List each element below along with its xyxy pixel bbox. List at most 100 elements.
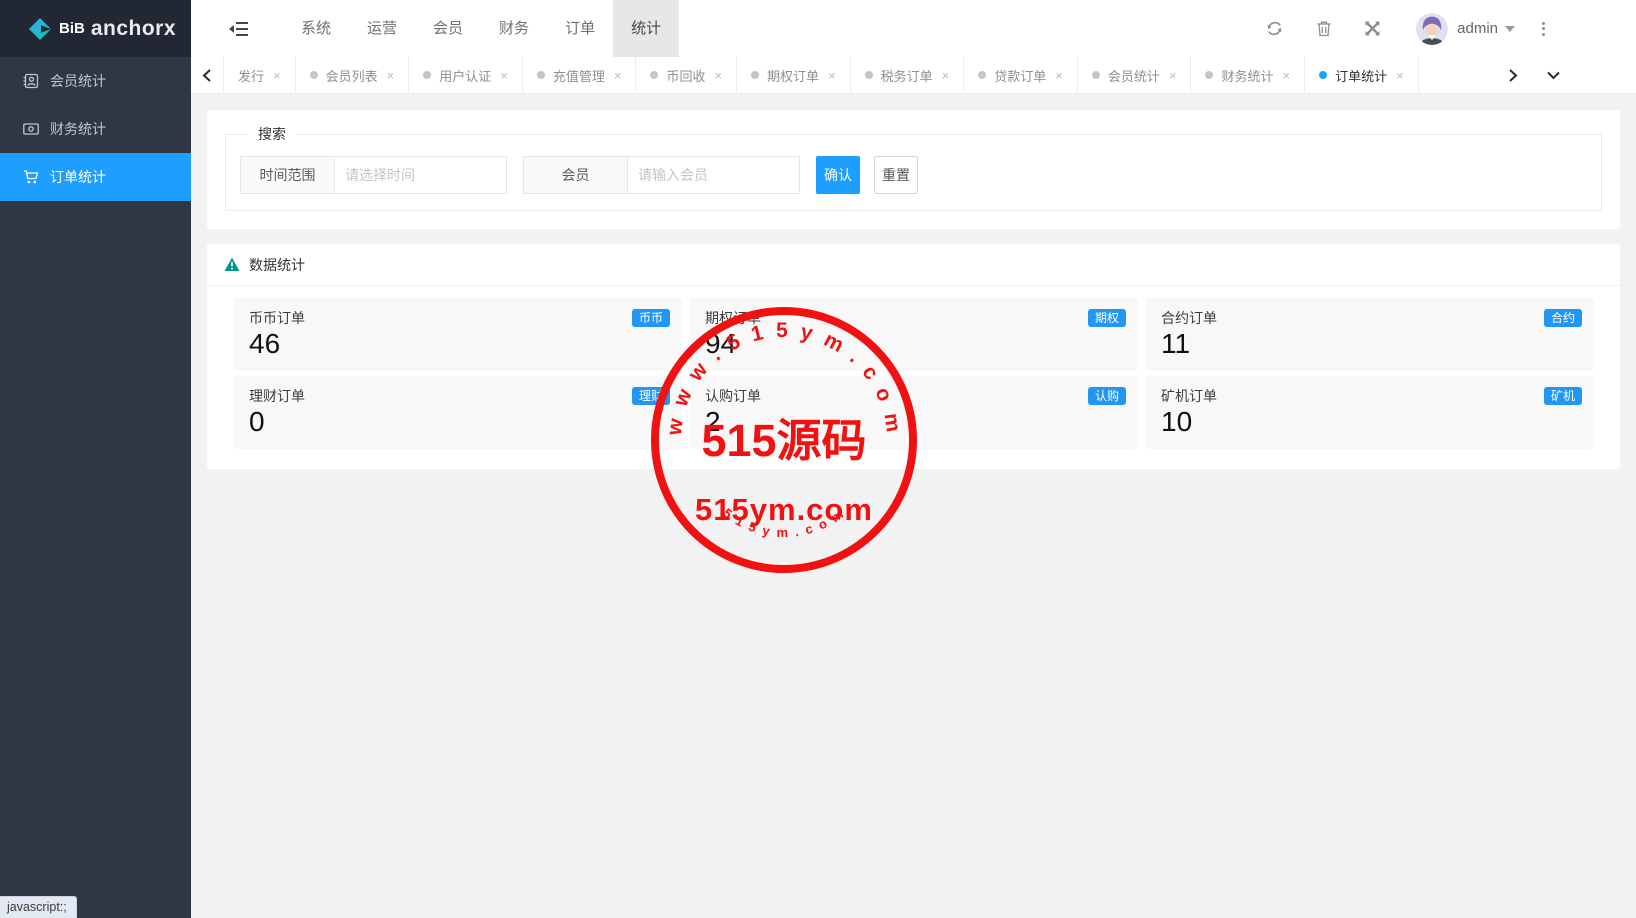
tab-order-stats[interactable]: 订单统计 ×: [1305, 57, 1419, 93]
tab-finance-stats[interactable]: 财务统计 ×: [1191, 57, 1305, 93]
tab-dot-icon: [650, 71, 658, 79]
nav-item-orders[interactable]: 订单: [547, 0, 613, 57]
nav-item-members[interactable]: 会员: [415, 0, 481, 57]
fullscreen-button[interactable]: [1348, 0, 1397, 57]
tab-label: 贷款订单: [994, 66, 1046, 85]
stat-card-contract-orders: 合约订单 11 合约: [1145, 298, 1594, 371]
nav-item-system[interactable]: 系统: [283, 0, 349, 57]
tab-tax-orders[interactable]: 税务订单 ×: [851, 57, 965, 93]
sidebar: BiB anchorx 会员统计 财务统计 订: [0, 0, 191, 918]
tab-issue[interactable]: 发行 ×: [224, 57, 296, 93]
main-content: 搜索 时间范围 会员 确认 重置 数据统计: [191, 94, 1636, 918]
tab-label: 发行: [238, 66, 264, 85]
tab-dot-icon: [537, 71, 545, 79]
tab-dot-icon: [1205, 71, 1213, 79]
tab-dot-icon: [1319, 71, 1327, 79]
sidebar-item-member-stats[interactable]: 会员统计: [0, 57, 191, 105]
tab-close-icon[interactable]: ×: [614, 68, 622, 83]
nav-item-statistics[interactable]: 统计: [613, 0, 679, 57]
tab-dot-icon: [310, 71, 318, 79]
tab-controls: [1493, 57, 1636, 93]
user-avatar[interactable]: [1416, 13, 1448, 45]
tab-close-icon[interactable]: ×: [1396, 68, 1404, 83]
chevron-right-icon: [1508, 69, 1518, 82]
tab-close-icon[interactable]: ×: [387, 68, 395, 83]
card-label: 理财订单: [249, 388, 666, 405]
tab-close-icon[interactable]: ×: [500, 68, 508, 83]
tab-option-orders[interactable]: 期权订单 ×: [737, 57, 851, 93]
nav-item-operations[interactable]: 运营: [349, 0, 415, 57]
clear-cache-button[interactable]: [1299, 0, 1348, 57]
stats-title: 数据统计: [249, 255, 305, 275]
trash-icon: [1316, 20, 1332, 37]
sidebar-item-finance-stats[interactable]: 财务统计: [0, 105, 191, 153]
card-label: 合约订单: [1161, 310, 1578, 327]
tab-label: 币回收: [666, 66, 705, 85]
card-value: 94: [705, 329, 1122, 358]
tab-close-icon[interactable]: ×: [714, 68, 722, 83]
menu-fold-icon: [229, 21, 249, 37]
tabs-menu-button[interactable]: [1533, 57, 1573, 93]
tab-dot-icon: [1092, 71, 1100, 79]
stat-card-coin-orders: 币币订单 46 币币: [233, 298, 682, 371]
tab-label: 税务订单: [881, 66, 933, 85]
tab-coin-recycle[interactable]: 币回收 ×: [636, 57, 737, 93]
user-menu-caret-icon[interactable]: [1505, 26, 1515, 32]
card-badge: 币币: [632, 309, 670, 327]
app-logo[interactable]: BiB anchorx: [0, 0, 191, 57]
tab-dot-icon: [865, 71, 873, 79]
cart-icon: [23, 169, 39, 185]
tab-member-stats[interactable]: 会员统计 ×: [1078, 57, 1192, 93]
refresh-button[interactable]: [1250, 0, 1299, 57]
search-panel: 搜索 时间范围 会员 确认 重置: [207, 110, 1620, 229]
member-input[interactable]: [628, 156, 800, 194]
chevron-down-icon: [1547, 71, 1560, 80]
chevron-left-icon: [202, 69, 212, 82]
sidebar-item-order-stats[interactable]: 订单统计: [0, 153, 191, 201]
collapse-sidebar-button[interactable]: [211, 0, 267, 57]
card-badge: 矿机: [1544, 387, 1582, 405]
tab-dot-icon: [423, 71, 431, 79]
time-range-group: 时间范围: [240, 156, 507, 194]
sidebar-item-label: 财务统计: [50, 119, 106, 139]
card-value: 2: [705, 407, 1122, 436]
time-range-label: 时间范围: [240, 156, 335, 194]
sidebar-item-label: 会员统计: [50, 71, 106, 91]
tab-close-icon[interactable]: ×: [1283, 68, 1291, 83]
card-value: 0: [249, 407, 666, 436]
tab-loan-orders[interactable]: 贷款订单 ×: [964, 57, 1078, 93]
card-badge: 理财: [632, 387, 670, 405]
confirm-button[interactable]: 确认: [816, 156, 860, 194]
card-label: 认购订单: [705, 388, 1122, 405]
more-options-button[interactable]: [1536, 19, 1550, 38]
tab-label: 会员列表: [326, 66, 378, 85]
stat-card-option-orders: 期权订单 94 期权: [689, 298, 1138, 371]
logo-name-text: anchorx: [91, 17, 176, 41]
tab-close-icon[interactable]: ×: [1169, 68, 1177, 83]
tab-user-auth[interactable]: 用户认证 ×: [409, 57, 523, 93]
search-fieldset: 搜索 时间范围 会员 确认 重置: [225, 124, 1602, 211]
tabs-scroll-left-button[interactable]: [191, 57, 224, 93]
member-label: 会员: [523, 156, 628, 194]
reset-button[interactable]: 重置: [874, 156, 918, 194]
user-name[interactable]: admin: [1457, 20, 1498, 37]
tab-member-list[interactable]: 会员列表 ×: [296, 57, 410, 93]
tab-close-icon[interactable]: ×: [1055, 68, 1063, 83]
tabs-scroll-right-button[interactable]: [1493, 57, 1533, 93]
tab-label: 订单统计: [1335, 66, 1387, 85]
tab-recharge[interactable]: 充值管理 ×: [523, 57, 637, 93]
tab-close-icon[interactable]: ×: [942, 68, 950, 83]
tab-close-icon[interactable]: ×: [273, 68, 281, 83]
tab-label: 期权订单: [767, 66, 819, 85]
refresh-icon: [1266, 20, 1283, 37]
nav-item-finance[interactable]: 财务: [481, 0, 547, 57]
sidebar-item-label: 订单统计: [50, 167, 106, 187]
card-badge: 合约: [1544, 309, 1582, 327]
header-right: admin: [1250, 0, 1636, 57]
tabbar: 发行 × 会员列表 × 用户认证 × 充值管理 × 币回收 × 期权订单 × 税…: [191, 57, 1636, 94]
stats-header: 数据统计: [207, 244, 1620, 286]
time-range-input[interactable]: [335, 156, 507, 194]
tab-close-icon[interactable]: ×: [828, 68, 836, 83]
stat-card-miner-orders: 矿机订单 10 矿机: [1145, 376, 1594, 449]
stats-cards: 币币订单 46 币币 期权订单 94 期权 合约订单 11 合约 理财订单 0 …: [207, 286, 1620, 449]
